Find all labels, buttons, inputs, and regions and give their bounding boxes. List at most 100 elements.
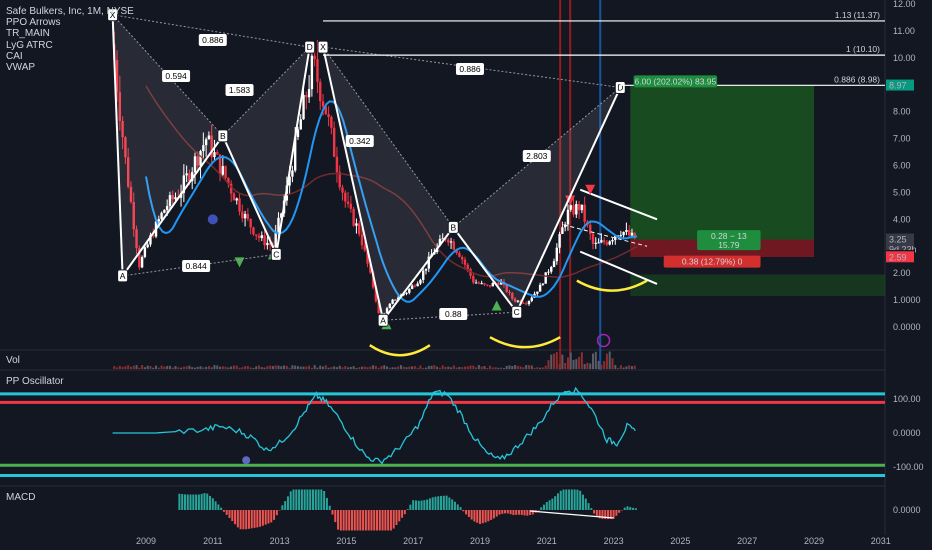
volume-bar [592,353,595,369]
volume-bar [118,365,121,369]
volume-bar [605,353,608,369]
macd-bar [292,489,295,510]
volume-bar [216,365,219,369]
macd-bar [323,491,326,510]
ratio-label-5: 0.342 [345,135,374,147]
legend: Safe Bulkers, Inc, 1M, NYSE PPO Arrows T… [6,6,134,73]
volume-bar [322,366,325,369]
macd-bar [392,510,395,529]
macd-bar [537,510,540,511]
macd-bar [398,510,401,522]
vol-pane-label[interactable]: Vol [6,355,20,366]
macd-bar [495,510,498,517]
macd-tick: 0.0000 [893,505,921,515]
candle-body [466,264,469,269]
price-tag-0: 8.97 [886,79,914,91]
indicator-ppo-arrows[interactable]: PPO Arrows [6,17,134,28]
macd-pane-label[interactable]: MACD [6,492,35,503]
price-tick: 12.00 [893,0,916,9]
volume-bar [433,365,436,369]
volume-bar [171,367,174,369]
volume-bar [294,365,297,369]
macd-bar [406,509,409,510]
indicator-lyg-atrc[interactable]: LyG ATRC [6,40,134,51]
candle-body [572,205,575,215]
volume-bar [461,367,464,369]
volume-bar [630,366,633,369]
volume-bar [603,361,606,369]
volume-bar [383,365,386,369]
price-tick: 2.00 [893,268,911,278]
time-tick: 2025 [670,536,690,546]
ppo-pane-label[interactable]: PP Oscillator [6,376,64,387]
candle-body [458,252,461,257]
candle-body [561,227,564,234]
macd-bar [325,497,328,510]
macd-bar [281,505,284,510]
macd-bar [462,510,465,512]
volume-bar [386,366,389,369]
volume-bar [177,367,180,369]
volume-bar [597,360,600,369]
macd-bar [506,510,509,514]
candle-body [527,300,531,305]
volume-bar [377,367,380,369]
macd-bar [370,510,373,531]
macd-bar [353,510,356,531]
macd-bar [498,510,501,515]
volume-bar [625,366,628,369]
volume-bar [566,357,569,369]
volume-bar [138,367,141,369]
price-tick: 6.00 [893,161,911,171]
volume-bar [358,367,361,369]
candle-body [241,211,244,219]
macd-bar [562,489,565,510]
macd-bar [239,510,242,530]
volume-bar [405,367,408,369]
macd-bar [526,510,529,516]
volume-bar [327,367,330,369]
volume-bar [305,366,308,369]
macd-bar [593,510,596,514]
candle-body [550,267,553,272]
candle-body [522,302,525,304]
candle-body [330,116,333,128]
time-tick: 2019 [470,536,490,546]
volume-bar [522,367,525,369]
indicator-cai[interactable]: CAI [6,51,134,62]
position-box: 0.28 − 1315.79 [697,230,761,251]
macd-bar [540,507,543,510]
ratio-text: 0.886 [202,35,224,45]
volume-bar [533,367,536,369]
macd-bar [517,510,520,515]
volume-bar [157,367,160,369]
macd-bar [367,510,370,531]
volume-bar [561,354,564,369]
candle-body [360,234,364,246]
volume-bar [310,367,313,369]
pattern-point-label: D [617,82,623,92]
macd-bar [554,496,557,510]
macd-bar [501,510,504,514]
volume-bar [333,366,336,369]
volume-bar [594,351,597,369]
indicator-vwap[interactable]: VWAP [6,62,134,73]
volume-bar [355,367,358,369]
volume-bar [491,367,494,369]
ratio-text: 0.844 [185,261,207,271]
macd-bar [543,504,546,510]
volume-bar [230,366,233,369]
indicator-tr-main[interactable]: TR_MAIN [6,28,134,39]
symbol-title[interactable]: Safe Bulkers, Inc, 1M, NYSE [6,6,134,17]
candle-body [452,241,456,250]
macd-bar [423,500,426,510]
macd-bar [442,495,445,510]
chart-canvas[interactable]: XABCD XABCD0.8860.5941.5830.8440.8860.342… [0,0,932,550]
volume-bar [196,366,199,369]
ppo-tick: 100.00 [893,394,921,404]
ratio-text: 2.803 [526,151,548,161]
volume-bar [366,367,369,369]
pattern-point-b: B [217,129,229,143]
macd-bar [222,510,225,512]
macd-bar [437,496,440,510]
